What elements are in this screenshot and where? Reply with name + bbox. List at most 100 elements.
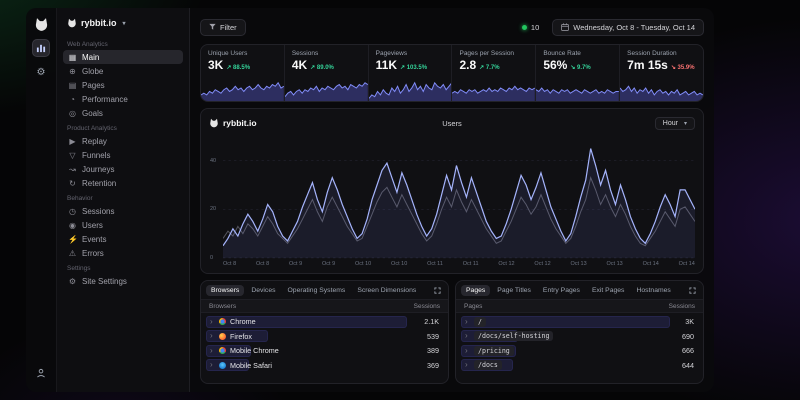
sidebar-item-pages[interactable]: ▤Pages: [63, 78, 183, 92]
tab-page-titles[interactable]: Page Titles: [492, 285, 536, 296]
column-header-left: Pages: [464, 303, 482, 310]
sidebar-item-globe[interactable]: ⊕Globe: [63, 64, 183, 78]
stat-sparkline: [536, 81, 619, 101]
interval-select[interactable]: Hour ▾: [655, 117, 695, 130]
sidebar-item-events[interactable]: ⚡Events: [63, 232, 183, 246]
firefox-icon: [219, 333, 226, 340]
date-range-label: Wednesday, Oct 8 - Tuesday, Oct 14: [573, 23, 695, 32]
filter-button[interactable]: Filter: [200, 19, 246, 36]
table-row[interactable]: ›/docs/self-hosting690: [461, 330, 698, 343]
tab-pages[interactable]: Pages: [461, 285, 490, 296]
chrome-icon: [219, 318, 226, 325]
sidebar-item-funnels[interactable]: ▽Funnels: [63, 148, 183, 162]
sidebar-section-label: Behavior: [67, 195, 179, 202]
rybbit-logo[interactable]: [34, 17, 49, 32]
tab-hostnames[interactable]: Hostnames: [631, 285, 675, 296]
sidebar-item-sessions[interactable]: ◷Sessions: [63, 204, 183, 218]
browsers-card-tabs: BrowsersDevicesOperating SystemsScreen D…: [201, 281, 448, 299]
browsers-card: BrowsersDevicesOperating SystemsScreen D…: [200, 280, 449, 384]
stat-value: 56%: [543, 58, 567, 72]
table-row[interactable]: ›/docs644: [461, 359, 698, 372]
sidebar-item-replay[interactable]: ▶ Replay: [63, 134, 183, 148]
interval-value: Hour: [663, 120, 678, 127]
table-row[interactable]: ›Mobile Chrome389: [206, 344, 443, 357]
sidebar-item-users[interactable]: ◉Users: [63, 218, 183, 232]
sidebar-item-journeys[interactable]: ↝Journeys: [63, 162, 183, 176]
stat-label: Bounce Rate: [543, 50, 612, 57]
stat-change: ↗ 89.0%: [310, 64, 334, 71]
tab-screen-dimensions[interactable]: Screen Dimensions: [352, 285, 421, 296]
sidebar-item-main[interactable]: ▦Main: [63, 50, 183, 64]
tab-browsers[interactable]: Browsers: [206, 285, 244, 296]
stat-main: 2.8↗ 7.7%: [459, 58, 528, 72]
chart-plot-area: [223, 135, 695, 260]
sidebar-item-performance[interactable]: ◔Performance: [63, 92, 183, 106]
chevron-right-icon: ›: [210, 361, 215, 369]
tab-entry-pages[interactable]: Entry Pages: [538, 285, 585, 296]
x-axis-label: Oct 11: [463, 261, 479, 270]
sidebar-section-label: Product Analytics: [67, 125, 179, 132]
sidebar-item-label: Errors: [82, 249, 104, 258]
row-value: 369: [427, 361, 439, 370]
site-selector[interactable]: rybbit.io ▾: [63, 16, 183, 36]
main-chart-card: rybbit.io Users Hour ▾ 02040 Oct 8Oct 8O…: [200, 108, 704, 274]
y-axis-label: 40: [210, 158, 216, 164]
chevron-down-icon: ▾: [123, 20, 126, 27]
table-row[interactable]: ›/3K: [461, 315, 698, 328]
retention-icon: ↻: [68, 179, 77, 188]
stat-pages-per-session: Pages per Session2.8↗ 7.7%: [452, 45, 536, 101]
x-axis-label: Oct 13: [607, 261, 623, 270]
tab-devices[interactable]: Devices: [246, 285, 280, 296]
chart-plot: 02040: [209, 135, 695, 260]
sidebar-nav: Web Analytics▦Main⊕Globe▤Pages◔Performan…: [63, 36, 183, 288]
sidebar-item-retention[interactable]: ↻ Retention: [63, 176, 183, 190]
table-row[interactable]: ›Chrome2.1K: [206, 315, 443, 328]
funnels-icon: ▽: [68, 151, 77, 160]
sparkline-chart: [536, 81, 619, 101]
x-axis-label: Oct 14: [643, 261, 659, 270]
chart-site: rybbit.io: [209, 118, 359, 128]
row-label: /docs/self-hosting: [474, 331, 553, 341]
date-range-button[interactable]: Wednesday, Oct 8 - Tuesday, Oct 14: [552, 19, 704, 36]
sidebar-section-label: Settings: [67, 265, 179, 272]
table-row[interactable]: ›Mobile Safari369: [206, 359, 443, 372]
user-icon: [36, 368, 46, 378]
sidebar-item-label: Retention: [82, 179, 116, 188]
chevron-right-icon: ›: [465, 347, 470, 355]
column-header-right: Sessions: [414, 303, 440, 310]
row-label: Chrome: [230, 317, 256, 326]
events-icon: ⚡: [68, 235, 77, 244]
chart-metric-label: Users: [359, 119, 545, 128]
row-value: 690: [682, 332, 694, 341]
table-row[interactable]: ›/pricing666: [461, 344, 698, 357]
sidebar-item-label: Main: [82, 53, 99, 62]
rail-settings-button[interactable]: ⚙: [32, 64, 50, 82]
replay-icon: ▶: [68, 137, 77, 146]
chrome-icon: [219, 347, 226, 354]
online-users-badge[interactable]: 10: [517, 21, 544, 34]
sidebar-item-site-settings[interactable]: ⚙Site Settings: [63, 274, 183, 288]
row-value: 666: [682, 346, 694, 355]
y-axis-label: 0: [210, 255, 213, 261]
row-bar: [461, 316, 670, 328]
stat-bounce-rate: Bounce Rate56%↘ 9.7%: [536, 45, 620, 101]
x-axis-label: Oct 11: [427, 261, 443, 270]
tab-operating-systems[interactable]: Operating Systems: [283, 285, 351, 296]
sidebar-item-goals[interactable]: ◎Goals: [63, 106, 183, 120]
stat-change: ↘ 35.9%: [671, 64, 695, 71]
tab-exit-pages[interactable]: Exit Pages: [587, 285, 630, 296]
expand-button[interactable]: [432, 287, 443, 294]
rail-analytics-button[interactable]: [32, 39, 50, 57]
x-axis-label: Oct 12: [498, 261, 514, 270]
sidebar-item-errors[interactable]: ⚠Errors: [63, 246, 183, 260]
main-chart: [223, 135, 695, 260]
expand-button[interactable]: [687, 287, 698, 294]
stat-pageviews: Pageviews11K↗ 103.5%: [369, 45, 453, 101]
row-value: 3K: [685, 317, 694, 326]
sidebar-item-label: Replay: [82, 137, 107, 146]
table-row[interactable]: ›Firefox539: [206, 330, 443, 343]
stat-label: Pages per Session: [459, 50, 528, 57]
stat-main: 7m 15s↘ 35.9%: [627, 58, 696, 72]
rail-account-button[interactable]: [32, 364, 50, 382]
sparkline-chart: [285, 81, 368, 101]
